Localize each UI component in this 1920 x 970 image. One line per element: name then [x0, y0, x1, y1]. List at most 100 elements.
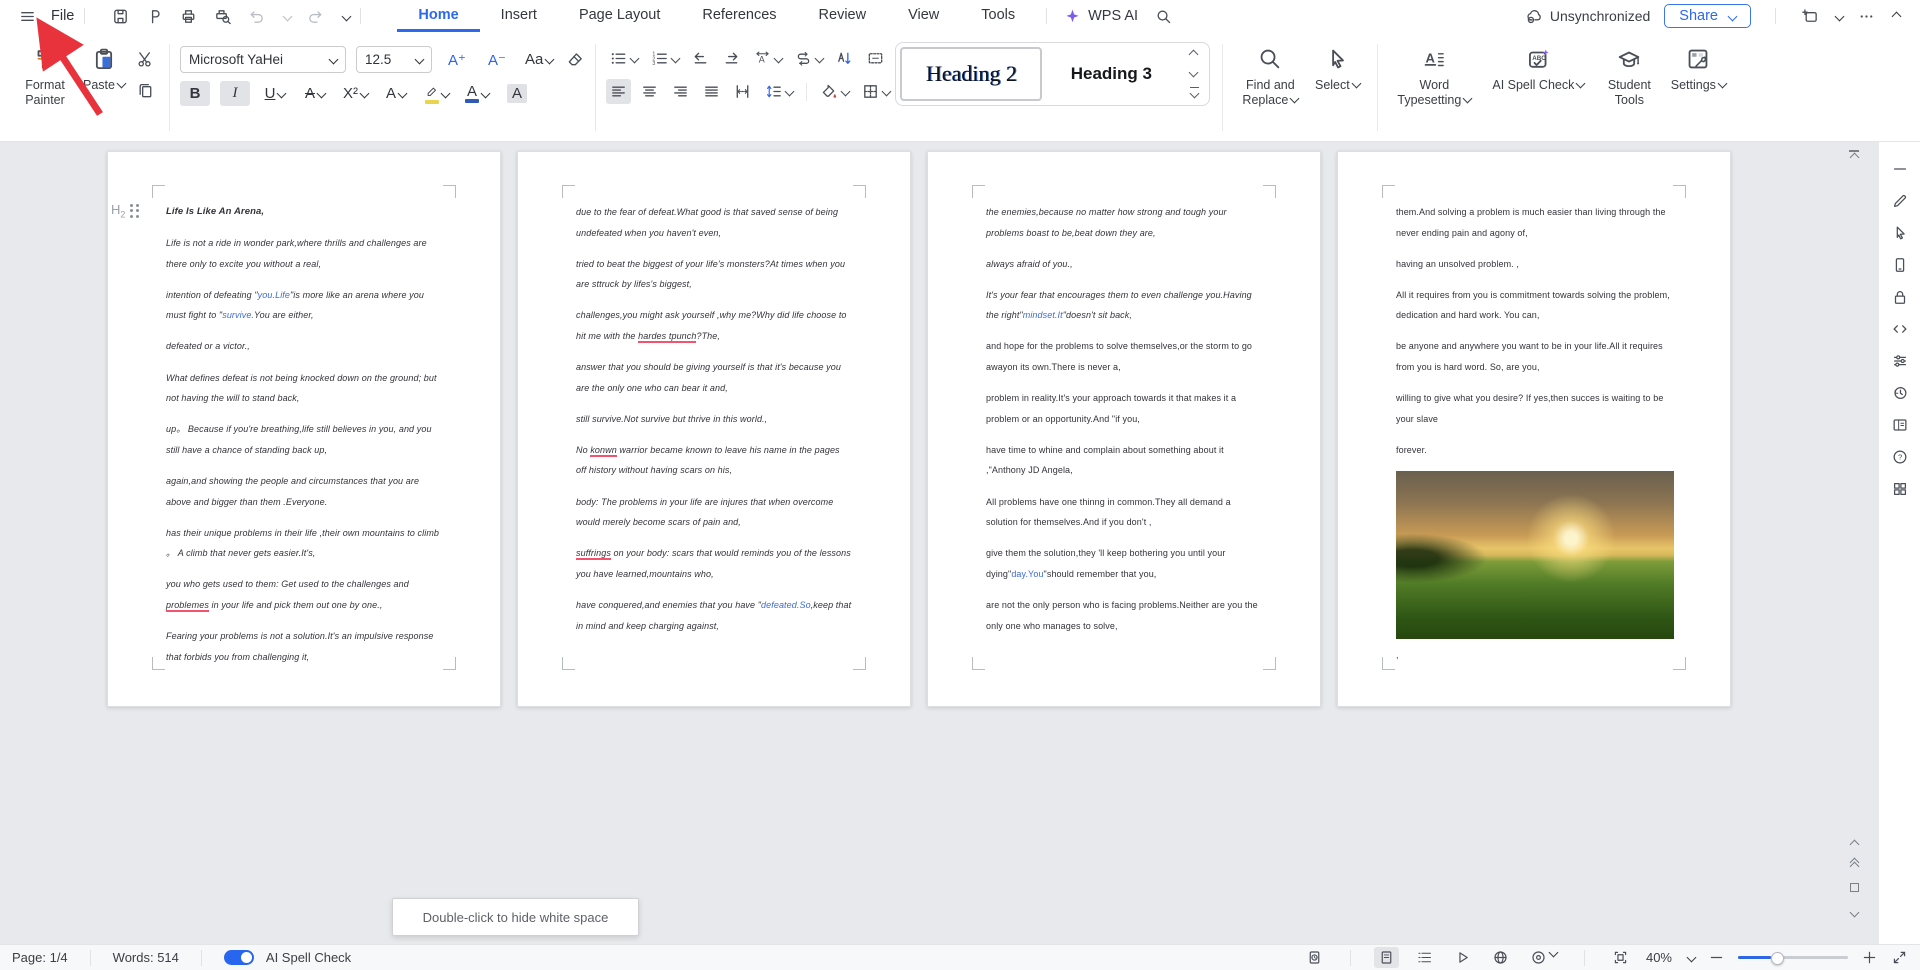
- bold-button[interactable]: B: [180, 81, 210, 106]
- zoom-out-icon[interactable]: [1708, 949, 1725, 966]
- clear-formatting-icon[interactable]: [566, 50, 585, 69]
- select-button[interactable]: Select: [1307, 38, 1367, 137]
- style-heading-3[interactable]: Heading 3: [1042, 47, 1180, 101]
- hyperlink-text[interactable]: defeated.So: [761, 600, 811, 610]
- page-history-button[interactable]: [1302, 947, 1327, 968]
- highlight-button[interactable]: [421, 81, 452, 106]
- zoom-chevron-icon[interactable]: [1686, 952, 1697, 963]
- view-mode-button[interactable]: [1526, 947, 1561, 968]
- distribute-button[interactable]: [730, 79, 755, 104]
- copy-icon[interactable]: [136, 81, 155, 100]
- settings-button[interactable]: Settings: [1662, 38, 1734, 137]
- superscript-button[interactable]: X²: [340, 81, 371, 106]
- hyperlink-text[interactable]: day.You: [1011, 569, 1043, 579]
- scroll-to-top-icon[interactable]: [1846, 150, 1862, 162]
- more-options-icon[interactable]: [1857, 7, 1876, 26]
- decrease-indent-button[interactable]: [688, 46, 713, 71]
- format-painter-button[interactable]: Format Painter: [14, 38, 76, 137]
- print-preview-icon[interactable]: [213, 7, 232, 26]
- cut-icon[interactable]: [136, 50, 155, 69]
- new-tab-chevron-icon[interactable]: [1834, 11, 1845, 21]
- menu-tab-view[interactable]: View: [887, 0, 960, 32]
- underline-button[interactable]: U: [260, 81, 290, 106]
- menu-tab-insert[interactable]: Insert: [480, 0, 558, 32]
- browse-object-icon[interactable]: [1846, 883, 1862, 892]
- file-menu[interactable]: File: [51, 8, 74, 24]
- font-name-select[interactable]: Microsoft YaHei: [180, 46, 346, 73]
- menu-tab-review[interactable]: Review: [798, 0, 888, 32]
- zoom-in-icon[interactable]: [1861, 949, 1878, 966]
- page-indicator[interactable]: Page: 1/4: [12, 950, 68, 965]
- adjust-icon[interactable]: [1891, 352, 1909, 370]
- minimize-icon[interactable]: [1891, 160, 1909, 178]
- hyperlink-text[interactable]: survive.: [222, 310, 254, 320]
- menu-tab-home[interactable]: Home: [397, 0, 480, 32]
- export-pdf-icon[interactable]: [145, 7, 164, 26]
- styles-scroll-up-icon[interactable]: [1188, 49, 1199, 60]
- heading-gutter[interactable]: H2: [111, 202, 139, 220]
- scroll-up-icon[interactable]: [1846, 839, 1862, 850]
- text-direction-button[interactable]: A: [750, 46, 785, 71]
- cursor-icon[interactable]: [1891, 224, 1909, 242]
- search-icon[interactable]: [1154, 7, 1173, 26]
- shading-button[interactable]: [817, 79, 852, 104]
- zoom-slider-handle[interactable]: [1771, 951, 1784, 965]
- sunset-landscape-photo[interactable]: [1396, 470, 1674, 639]
- line-spacing-button[interactable]: [761, 79, 796, 104]
- print-icon[interactable]: [179, 7, 198, 26]
- new-document-tab-icon[interactable]: [1800, 7, 1819, 26]
- drag-handle-icon[interactable]: [130, 203, 139, 218]
- apps-icon[interactable]: [1891, 480, 1909, 498]
- find-replace-button[interactable]: Find and Replace: [1233, 38, 1307, 137]
- ai-spell-check-toggle[interactable]: [223, 950, 254, 965]
- read-mode-button[interactable]: [1450, 947, 1475, 968]
- align-right-button[interactable]: [668, 79, 693, 104]
- strikethrough-button[interactable]: A: [300, 81, 330, 106]
- sync-status[interactable]: Unsynchronized: [1524, 7, 1650, 26]
- undo-icon[interactable]: [247, 7, 266, 26]
- shrink-font-button[interactable]: A⁻: [482, 47, 512, 72]
- code-icon[interactable]: [1891, 320, 1909, 338]
- document-area[interactable]: H2 Life Is Like An Arena, Life is not a r…: [0, 142, 1920, 944]
- full-screen-icon[interactable]: [1891, 949, 1908, 966]
- wrap-settings-button[interactable]: [791, 46, 826, 71]
- zoom-level[interactable]: 40%: [1646, 950, 1672, 965]
- grow-font-button[interactable]: A⁺: [442, 47, 472, 72]
- ai-spell-check-status-label[interactable]: AI Spell Check: [266, 950, 351, 965]
- menu-tab-page-layout[interactable]: Page Layout: [558, 0, 681, 32]
- zoom-slider[interactable]: [1738, 951, 1848, 965]
- lock-icon[interactable]: [1891, 288, 1909, 306]
- undo-dropdown-chevron-icon[interactable]: [282, 11, 293, 21]
- outline-view-button[interactable]: [1412, 947, 1437, 968]
- justify-button[interactable]: [699, 79, 724, 104]
- tab-wps-ai[interactable]: WPS AI: [1063, 7, 1138, 26]
- numbering-button[interactable]: 123: [647, 46, 682, 71]
- align-left-button[interactable]: [606, 79, 632, 104]
- save-icon[interactable]: [111, 7, 130, 26]
- sort-button[interactable]: [832, 46, 857, 71]
- redo-icon[interactable]: [306, 7, 325, 26]
- show-marks-button[interactable]: [863, 46, 888, 71]
- character-shading-button[interactable]: A: [502, 81, 532, 106]
- word-typesetting-button[interactable]: A Word Typesetting: [1388, 38, 1480, 137]
- styles-more-icon[interactable]: [1189, 86, 1200, 99]
- word-count[interactable]: Words: 514: [113, 950, 179, 965]
- customize-quickbar-chevron-icon[interactable]: [341, 11, 352, 21]
- single-page-view-button[interactable]: [1373, 947, 1399, 968]
- history-icon[interactable]: [1891, 384, 1909, 402]
- hyperlink-text[interactable]: mindset.It: [1023, 310, 1063, 320]
- align-center-button[interactable]: [637, 79, 662, 104]
- font-color-button[interactable]: A: [462, 81, 492, 106]
- ai-spell-check-button[interactable]: ABC AI Spell Check: [1480, 38, 1596, 137]
- document-page-3[interactable]: the enemies,because no matter how strong…: [927, 151, 1321, 707]
- styles-scroll-down-icon[interactable]: [1188, 67, 1199, 78]
- italic-button[interactable]: I: [220, 81, 250, 106]
- hamburger-menu-icon[interactable]: [18, 7, 37, 26]
- menu-tab-references[interactable]: References: [681, 0, 797, 32]
- document-page-2[interactable]: due to the fear of defeat.What good is t…: [517, 151, 911, 707]
- previous-page-icon[interactable]: [1846, 857, 1862, 872]
- fit-page-button[interactable]: [1608, 947, 1633, 968]
- font-size-select[interactable]: 12.5: [356, 46, 432, 73]
- change-case-button[interactable]: Aa: [522, 47, 556, 72]
- scroll-down-icon[interactable]: [1846, 907, 1862, 918]
